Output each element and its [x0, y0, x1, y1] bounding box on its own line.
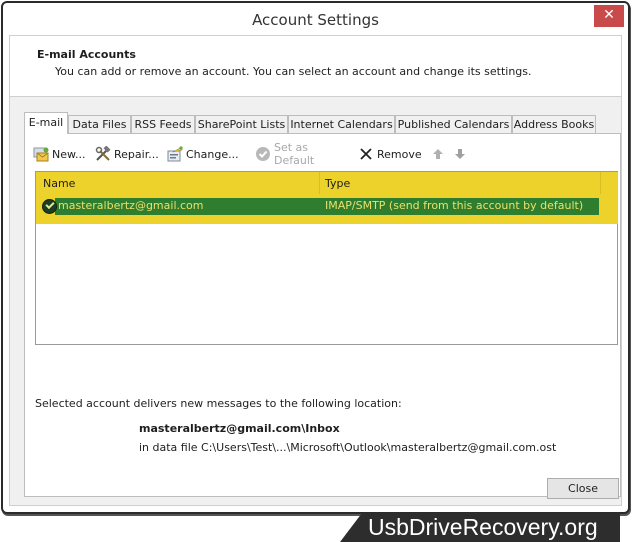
tab-sharepoint-lists[interactable]: SharePoint Lists [195, 115, 288, 133]
delivery-location-label: Selected account delivers new messages t… [35, 397, 402, 410]
section-title: E-mail Accounts [37, 48, 136, 61]
tab-email[interactable]: E-mail [24, 112, 68, 134]
repair-button[interactable]: Repair... [95, 144, 159, 164]
accounts-list[interactable]: Name Type masteralbertz@gmail.com IMAP/S… [35, 171, 618, 345]
close-button[interactable]: Close [547, 478, 619, 499]
check-circle-icon [255, 146, 271, 162]
dialog-title: Account Settings [252, 11, 379, 29]
column-divider[interactable] [600, 172, 601, 194]
tab-internet-calendars[interactable]: Internet Calendars [288, 115, 395, 133]
change-button[interactable]: Change... [167, 144, 239, 164]
column-divider[interactable] [319, 172, 320, 194]
tab-data-files[interactable]: Data Files [68, 115, 131, 133]
column-header-type[interactable]: Type [325, 177, 350, 190]
section-description: You can add or remove an account. You ca… [55, 65, 532, 78]
x-icon [358, 146, 374, 162]
account-settings-dialog: Account Settings ✕ E-mail Accounts You c… [1, 1, 630, 514]
delivery-data-file: in data file C:\Users\Test\...\Microsoft… [139, 441, 557, 454]
new-button-label: New... [52, 147, 86, 161]
repair-tools-icon [95, 145, 111, 162]
change-settings-icon [167, 146, 183, 162]
remove-button-label: Remove [377, 147, 422, 161]
title-bar: Account Settings ✕ [3, 3, 628, 37]
dialog-body: E-mail Accounts You can add or remove an… [9, 35, 622, 506]
tab-rss-feeds[interactable]: RSS Feeds [131, 115, 195, 133]
tab-address-books[interactable]: Address Books [512, 115, 596, 133]
email-tab-panel: New... Repair... Change... Set as Defaul… [24, 133, 621, 497]
change-button-label: Change... [186, 147, 239, 161]
default-account-check-icon [42, 199, 57, 214]
arrow-up-icon [430, 146, 446, 162]
tab-published-calendars[interactable]: Published Calendars [395, 115, 512, 133]
set-as-default-button[interactable]: Set as Default [255, 141, 315, 167]
delivery-folder: masteralbertz@gmail.com\Inbox [139, 422, 340, 435]
watermark-slant [340, 513, 362, 542]
account-type-cell[interactable]: IMAP/SMTP (send from this account by def… [325, 199, 583, 212]
move-up-button[interactable] [430, 144, 446, 164]
repair-button-label: Repair... [114, 147, 159, 161]
close-x-icon[interactable]: ✕ [594, 5, 624, 27]
column-header-name[interactable]: Name [43, 177, 75, 190]
move-down-button[interactable] [452, 144, 468, 164]
remove-button[interactable]: Remove [358, 144, 422, 164]
new-button[interactable]: New... [33, 144, 85, 164]
watermark-text: UsbDriveRecovery.org [362, 513, 620, 542]
arrow-down-icon [452, 146, 468, 162]
watermark-banner: UsbDriveRecovery.org [340, 513, 635, 542]
account-name-cell[interactable]: masteralbertz@gmail.com [58, 199, 204, 212]
set-as-default-label: Set as Default [274, 141, 315, 167]
header-panel: E-mail Accounts You can add or remove an… [10, 36, 621, 97]
new-account-envelope-icon [33, 146, 49, 162]
